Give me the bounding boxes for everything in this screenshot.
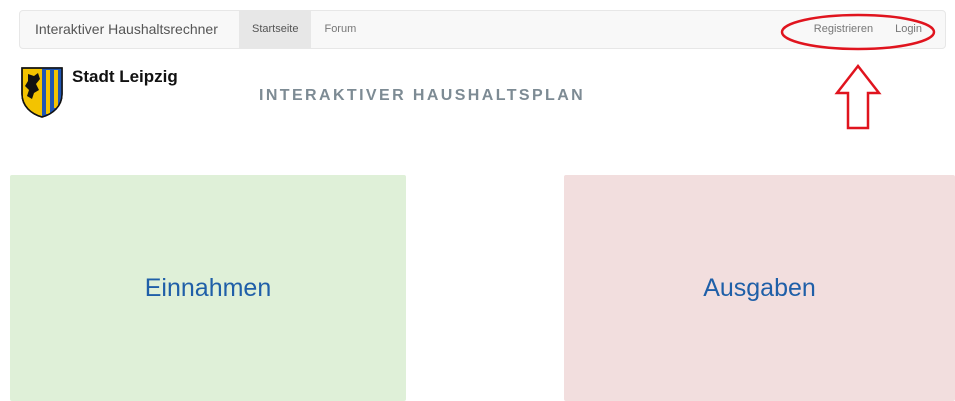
nav-link-login[interactable]: Login (884, 11, 933, 48)
ausgaben-tile[interactable]: Ausgaben (564, 175, 955, 401)
ausgaben-label: Ausgaben (703, 273, 816, 302)
nav-link-forum[interactable]: Forum (311, 11, 369, 48)
nav-link-registrieren[interactable]: Registrieren (803, 11, 884, 48)
page: Interaktiver Haushaltsrechner Startseite… (0, 0, 955, 401)
navbar-brand[interactable]: Interaktiver Haushaltsrechner (35, 11, 218, 48)
nav-link-startseite[interactable]: Startseite (239, 11, 312, 48)
leipzig-coat-of-arms-icon (21, 67, 63, 118)
nav-left: Startseite Forum (239, 11, 369, 48)
einnahmen-tile[interactable]: Einnahmen (10, 175, 406, 401)
page-title: INTERAKTIVER HAUSHALTSPLAN (259, 87, 586, 104)
up-arrow-icon (834, 63, 882, 130)
nav-right: Registrieren Login (803, 11, 933, 48)
einnahmen-label: Einnahmen (144, 273, 272, 302)
city-logo: Stadt Leipzig (20, 66, 178, 118)
city-name: Stadt Leipzig (72, 67, 178, 86)
top-navbar: Interaktiver Haushaltsrechner Startseite… (19, 10, 946, 49)
